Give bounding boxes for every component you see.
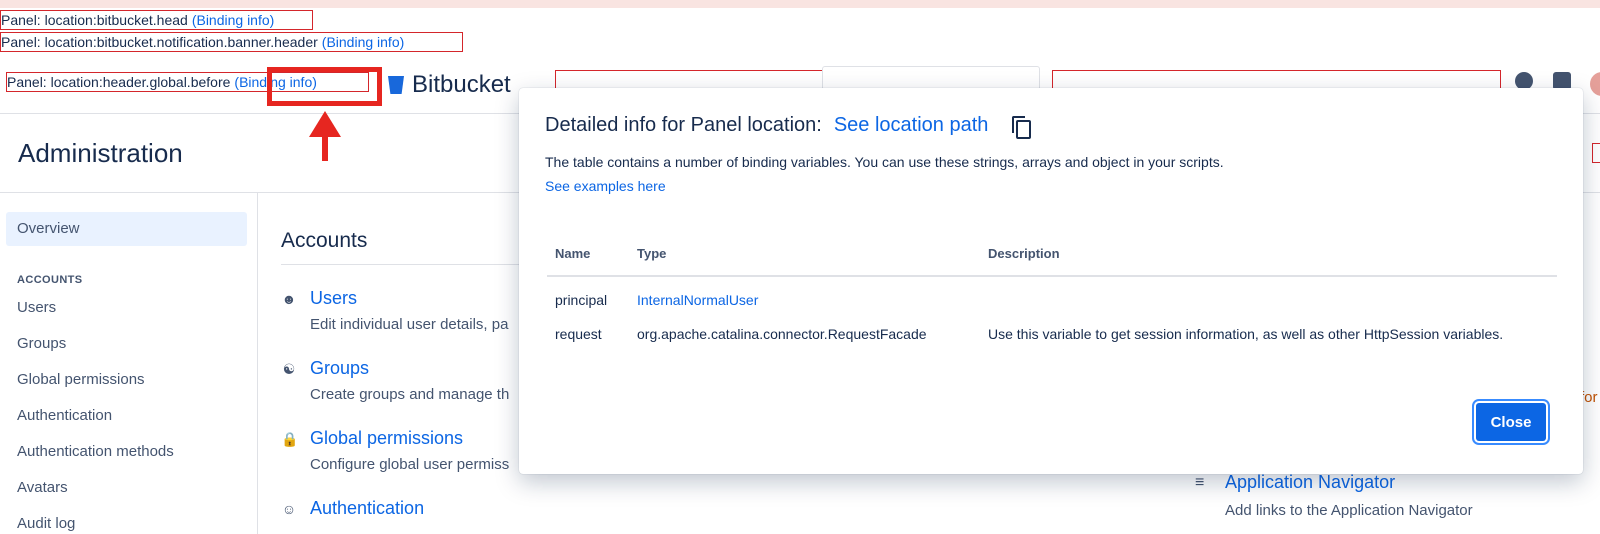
binding-info-link[interactable]: (Binding info): [192, 12, 275, 28]
dialog-title: Detailed info for Panel location: See lo…: [545, 114, 1032, 139]
dialog-title-text: Detailed info for Panel location:: [545, 114, 822, 136]
see-location-path-link[interactable]: See location path: [834, 114, 989, 137]
debug-panel-label: Panel: location:bitbucket.notification.b…: [1, 34, 318, 50]
bitbucket-icon: [388, 76, 404, 94]
column-header-description: Description: [980, 236, 1557, 277]
binding-info-dialog: Detailed info for Panel location: See lo…: [519, 88, 1583, 474]
menu-icon: ≡: [1195, 474, 1205, 491]
variable-type: org.apache.catalina.connector.RequestFac…: [637, 326, 927, 342]
table-header-row: Name Type Description: [547, 236, 1557, 277]
app-navigator-desc: Add links to the Application Navigator: [1225, 502, 1473, 519]
binding-info-link[interactable]: (Binding info): [322, 34, 405, 50]
bitbucket-logo[interactable]: Bitbucket: [388, 71, 511, 99]
column-header-name: Name: [547, 236, 629, 277]
debug-panel-bitbucket-head: Panel: location:bitbucket.head (Binding i…: [0, 10, 313, 30]
variable-type-link[interactable]: InternalNormalUser: [637, 292, 758, 308]
sidebar-item-groups[interactable]: Groups: [6, 327, 247, 361]
sidebar-item-global-permissions[interactable]: Global permissions: [6, 363, 247, 397]
accounts-desc: Edit individual user details, pa: [310, 316, 509, 333]
table-row: request org.apache.catalina.connector.Re…: [547, 311, 1557, 345]
lock-icon: 🔒: [281, 431, 299, 447]
debug-panel-label: Panel: location:header.global.before: [7, 74, 231, 90]
page-title: Administration: [18, 138, 183, 168]
debug-panel-edge: [1592, 143, 1600, 163]
copy-icon[interactable]: [1012, 115, 1032, 139]
variable-description: [980, 276, 1557, 311]
debug-panel-notification-banner: Panel: location:bitbucket.notification.b…: [0, 32, 463, 52]
sidebar-item-authentication[interactable]: Authentication: [6, 399, 247, 433]
groups-icon: ☯: [282, 361, 296, 377]
see-examples-link[interactable]: See examples here: [545, 178, 666, 194]
annotation-arrow-shaft: [322, 133, 328, 161]
sidebar-item-users[interactable]: Users: [6, 291, 247, 325]
sidebar-item-overview[interactable]: Overview: [6, 212, 247, 246]
annotation-highlight-box: [267, 67, 382, 106]
sidebar-divider: [257, 193, 258, 534]
sidebar-item-audit-log[interactable]: Audit log: [6, 507, 247, 534]
close-button[interactable]: Close: [1476, 403, 1546, 441]
app-navigator-link[interactable]: Application Navigator: [1225, 472, 1395, 493]
variable-description: Use this variable to get session informa…: [988, 326, 1504, 342]
section-title-accounts: Accounts: [281, 229, 368, 252]
sidebar-item-authentication-methods[interactable]: Authentication methods: [6, 435, 247, 469]
user-circle-icon: ☺: [281, 501, 297, 517]
accounts-link-groups[interactable]: Groups: [310, 358, 369, 379]
sidebar-item-avatars[interactable]: Avatars: [6, 471, 247, 505]
notification-strip: [0, 0, 1600, 8]
accounts-desc: Create groups and manage th: [310, 386, 510, 403]
accounts-desc: Configure global user permiss: [310, 456, 510, 473]
accounts-link-users[interactable]: Users: [310, 288, 357, 309]
variable-name: principal: [555, 292, 608, 308]
column-header-type: Type: [629, 236, 980, 277]
binding-variables-table: Name Type Description principal Internal…: [547, 236, 1557, 345]
variable-name: request: [555, 326, 602, 342]
accounts-link-global-permissions[interactable]: Global permissions: [310, 428, 463, 449]
table-row: principal InternalNormalUser: [547, 276, 1557, 311]
divider: [281, 264, 521, 265]
sidebar-heading-accounts: ACCOUNTS: [17, 274, 83, 286]
product-name: Bitbucket: [412, 71, 511, 98]
debug-panel-label: Panel: location:bitbucket.head: [1, 12, 188, 28]
user-icon: ☻: [281, 291, 297, 307]
accounts-link-authentication[interactable]: Authentication: [310, 498, 424, 519]
dialog-description: The table contains a number of binding v…: [545, 154, 1224, 170]
